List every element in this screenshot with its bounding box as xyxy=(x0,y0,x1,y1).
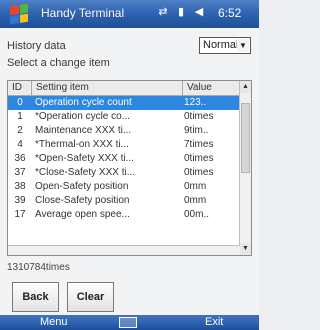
chevron-down-icon[interactable]: ▼ xyxy=(237,39,249,52)
mode-select-value: Normal xyxy=(203,39,239,51)
column-header-id[interactable]: ID xyxy=(8,81,32,96)
keyboard-icon[interactable] xyxy=(119,317,137,328)
cell-setting-item: *Open-Safety XXX ti... xyxy=(35,153,134,164)
cell-value: 0times xyxy=(184,153,214,164)
start-icon[interactable] xyxy=(10,3,28,25)
cell-value: 9tim.. xyxy=(184,125,209,136)
cell-value: 0times xyxy=(184,167,214,178)
table-row[interactable]: 38 Open-Safety position 0mm xyxy=(8,180,240,194)
cell-id: 17 xyxy=(14,209,26,220)
cell-value: 123.. xyxy=(184,97,207,108)
cell-id: 37 xyxy=(14,167,26,178)
cell-value: 0mm xyxy=(184,181,207,192)
table-row[interactable]: 1 *Operation cycle co... 0times xyxy=(8,110,240,124)
clock[interactable]: 6:52 xyxy=(218,6,241,20)
table-header: ID Setting item Value xyxy=(8,81,240,96)
cell-setting-item: Operation cycle count xyxy=(35,97,132,108)
softkey-menu[interactable]: Menu xyxy=(40,316,68,328)
table-row[interactable]: 37 *Close-Safety XXX ti... 0times xyxy=(8,166,240,180)
status-icons: ⇄ ▮ ◀ xyxy=(156,6,206,19)
vertical-scrollbar[interactable]: ▲ ▼ xyxy=(239,81,251,255)
volume-icon[interactable]: ◀ xyxy=(192,6,206,19)
mode-select[interactable]: Normal ▼ xyxy=(199,37,251,54)
cell-id: 1 xyxy=(17,111,23,122)
cell-setting-item: Maintenance XXX ti... xyxy=(35,125,132,136)
cell-setting-item: Average open spee... xyxy=(35,209,130,220)
cell-value: 00m.. xyxy=(184,209,210,220)
table-row[interactable]: 4 *Thermal-on XXX ti... 7times xyxy=(8,138,240,152)
signal-icon[interactable]: ▮ xyxy=(174,6,188,19)
app-title: Handy Terminal xyxy=(41,6,125,20)
cell-id: 4 xyxy=(17,139,23,150)
network-icon[interactable]: ⇄ xyxy=(156,6,170,19)
softkey-bar: Menu Exit xyxy=(0,315,259,330)
softkey-exit[interactable]: Exit xyxy=(205,316,223,328)
history-data-label: History data xyxy=(7,40,66,52)
cell-setting-item: Close-Safety position xyxy=(35,195,130,206)
cell-setting-item: *Operation cycle co... xyxy=(35,111,131,122)
select-item-label: Select a change item xyxy=(7,57,110,69)
scroll-up-icon[interactable]: ▲ xyxy=(240,81,251,93)
cell-id: 0 xyxy=(17,97,23,108)
table-row[interactable]: 0 Operation cycle count 123.. xyxy=(8,96,240,110)
cell-value: 0times xyxy=(184,111,214,122)
settings-table[interactable]: ID Setting item Value 0 Operation cycle c… xyxy=(7,80,252,256)
cell-id: 2 xyxy=(17,125,23,136)
cell-id: 39 xyxy=(14,195,26,206)
cell-value: 0mm xyxy=(184,195,207,206)
table-row[interactable]: 36 *Open-Safety XXX ti... 0times xyxy=(8,152,240,166)
column-header-value[interactable]: Value xyxy=(183,81,240,96)
cell-setting-item: Open-Safety position xyxy=(35,181,129,192)
horizontal-scrollbar[interactable] xyxy=(8,245,240,255)
table-row[interactable]: 17 Average open spee... 00m.. xyxy=(8,208,240,222)
cell-setting-item: *Thermal-on XXX ti... xyxy=(35,139,129,150)
table-row[interactable]: 2 Maintenance XXX ti... 9tim.. xyxy=(8,124,240,138)
clear-button[interactable]: Clear xyxy=(67,282,114,312)
status-text: 1310784times xyxy=(7,262,70,273)
title-bar: Handy Terminal ⇄ ▮ ◀ 6:52 xyxy=(0,0,259,28)
scroll-down-icon[interactable]: ▼ xyxy=(240,243,251,255)
back-button[interactable]: Back xyxy=(12,282,59,312)
table-row[interactable]: 39 Close-Safety position 0mm xyxy=(8,194,240,208)
scroll-thumb[interactable] xyxy=(241,103,250,173)
main-content: History data Normal ▼ Select a change it… xyxy=(0,28,259,315)
cell-id: 36 xyxy=(14,153,26,164)
cell-id: 38 xyxy=(14,181,26,192)
cell-setting-item: *Close-Safety XXX ti... xyxy=(35,167,136,178)
cell-value: 7times xyxy=(184,139,214,150)
column-header-setting-item[interactable]: Setting item xyxy=(32,81,183,96)
